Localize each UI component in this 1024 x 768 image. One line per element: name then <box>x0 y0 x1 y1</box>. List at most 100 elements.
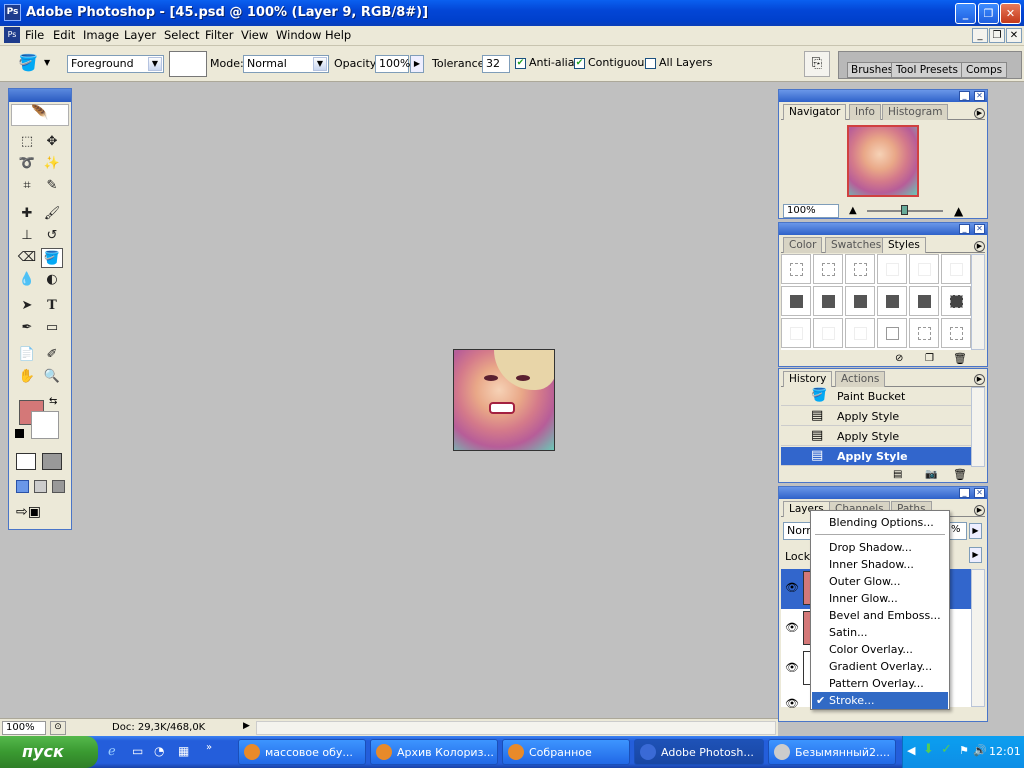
fill-source-select[interactable]: Foreground ▼ <box>67 55 164 73</box>
style-swatch[interactable] <box>877 286 907 316</box>
tab-info[interactable]: Info <box>849 104 881 120</box>
toolbox-header[interactable] <box>9 89 71 102</box>
document-canvas[interactable] <box>453 349 555 451</box>
doc-restore-button[interactable]: ❐ <box>989 28 1005 43</box>
magic-wand-tool-icon[interactable]: ✨ <box>41 154 63 174</box>
well-tab-brushes[interactable]: Brushes <box>847 62 898 78</box>
well-tab-tool-presets[interactable]: Tool Presets <box>891 62 963 78</box>
standard-screen-mode-icon[interactable] <box>16 480 29 493</box>
pen-tool-icon[interactable]: ✒ <box>16 318 38 338</box>
history-brush-tool-icon[interactable]: ↺ <box>41 226 63 246</box>
palette-menu-icon[interactable]: ▶ <box>974 505 985 516</box>
dodge-tool-icon[interactable]: ◐ <box>41 270 63 290</box>
more-icon[interactable]: » <box>206 742 212 753</box>
clear-style-icon[interactable]: ⊘ <box>895 353 903 364</box>
history-item-current[interactable]: ▤ Apply Style <box>781 447 973 466</box>
style-swatch[interactable] <box>813 286 843 316</box>
palette-menu-icon[interactable]: ▶ <box>974 374 985 385</box>
status-menu-arrow[interactable]: ▶ <box>243 721 250 731</box>
full-screen-menu-mode-icon[interactable] <box>34 480 47 493</box>
trash-icon[interactable]: 🗑 <box>953 352 967 365</box>
menu-help[interactable]: Help <box>325 28 351 42</box>
tolerance-input[interactable]: 32 <box>482 55 510 73</box>
history-item[interactable]: ▤ Apply Style <box>781 407 973 426</box>
eye-icon[interactable]: 👁 <box>785 661 799 674</box>
palette-header[interactable] <box>779 487 987 499</box>
brush-tool-icon[interactable]: 🖌 <box>41 204 63 224</box>
swap-colors-icon[interactable]: ⇆ <box>49 396 57 407</box>
default-colors-icon[interactable] <box>15 429 24 438</box>
menu-edit[interactable]: Edit <box>53 28 75 42</box>
new-style-icon[interactable]: ❐ <box>925 353 934 364</box>
full-screen-mode-icon[interactable] <box>52 480 65 493</box>
taskbar-item-active[interactable]: Adobe Photosh... <box>634 739 764 765</box>
doc-minimize-button[interactable]: _ <box>972 28 988 43</box>
standard-mode-icon[interactable] <box>16 453 36 470</box>
ie-icon[interactable]: ℯ <box>108 744 116 759</box>
snapshot-camera-icon[interactable]: 📷 <box>925 469 937 480</box>
healing-brush-tool-icon[interactable]: ✚ <box>16 204 38 224</box>
minimize-button[interactable]: _ <box>955 3 976 24</box>
start-button[interactable]: пуск <box>0 736 98 768</box>
palette-minimize-button[interactable]: _ <box>959 224 970 234</box>
quick-mask-mode-icon[interactable] <box>42 453 62 470</box>
feather-logo-icon[interactable]: 🪶 <box>11 104 69 126</box>
path-selection-tool-icon[interactable]: ➤ <box>16 296 38 316</box>
tray-arrow-icon[interactable]: ◀ <box>907 744 915 757</box>
menu-item-pattern-overlay[interactable]: Pattern Overlay... <box>812 675 948 692</box>
paint-bucket-tool-preset-icon[interactable]: 🪣 <box>18 53 38 72</box>
menu-window[interactable]: Window <box>276 28 321 42</box>
menu-file[interactable]: File <box>25 28 44 42</box>
fill-arrow[interactable]: ▶ <box>969 547 982 563</box>
palette-header[interactable] <box>779 223 987 235</box>
history-item[interactable]: ▤ Apply Style <box>781 427 973 446</box>
palette-minimize-button[interactable]: _ <box>959 488 970 498</box>
menu-item-inner-glow[interactable]: Inner Glow... <box>812 590 948 607</box>
style-swatch[interactable] <box>941 286 971 316</box>
tab-history[interactable]: History <box>783 371 833 387</box>
menu-item-outer-glow[interactable]: Outer Glow... <box>812 573 948 590</box>
status-icon[interactable]: ⊙ <box>50 721 66 735</box>
tab-color[interactable]: Color <box>783 237 823 253</box>
style-swatch[interactable] <box>845 318 875 348</box>
blur-tool-icon[interactable]: 💧 <box>16 270 38 290</box>
menu-layer[interactable]: Layer <box>124 28 156 42</box>
opacity-slider-arrow[interactable]: ▶ <box>410 55 424 73</box>
anti-alias-checkbox[interactable]: ✔ <box>515 58 526 69</box>
style-swatch[interactable] <box>941 254 971 284</box>
taskbar-item[interactable]: Безымянный2.... <box>768 739 896 765</box>
zoom-level-input[interactable]: 100% <box>2 721 46 735</box>
check-icon[interactable]: ✓ <box>941 742 952 757</box>
tab-navigator[interactable]: Navigator <box>783 104 847 120</box>
menu-select[interactable]: Select <box>164 28 199 42</box>
layer-opacity-input[interactable]: % <box>947 522 967 540</box>
crop-tool-icon[interactable]: ⌗ <box>16 176 38 196</box>
volume-icon[interactable]: 🔊 <box>973 744 987 757</box>
style-swatch[interactable] <box>877 318 907 348</box>
navigator-zoom-input[interactable]: 100% <box>783 204 839 218</box>
style-swatch[interactable] <box>781 286 811 316</box>
contiguous-checkbox[interactable]: ✔ <box>574 58 585 69</box>
history-scrollbar[interactable] <box>971 387 985 467</box>
opacity-arrow[interactable]: ▶ <box>969 523 982 539</box>
chevron-down-icon[interactable]: ▼ <box>44 58 50 67</box>
menu-item-satin[interactable]: Satin... <box>812 624 948 641</box>
palette-options-icon[interactable]: ⎘ <box>804 51 830 77</box>
tab-histogram[interactable]: Histogram <box>882 104 949 120</box>
notes-tool-icon[interactable]: 📄 <box>16 345 38 365</box>
marquee-tool-icon[interactable]: ⬚ <box>16 132 38 152</box>
trash-icon[interactable]: 🗑 <box>953 468 967 481</box>
taskbar-item[interactable]: Собранное <box>502 739 630 765</box>
menu-item-blending-options[interactable]: Blending Options... <box>812 514 948 531</box>
style-swatch[interactable] <box>813 318 843 348</box>
pattern-picker[interactable] <box>169 51 207 77</box>
style-swatch[interactable] <box>781 254 811 284</box>
palette-close-button[interactable]: ✕ <box>974 224 985 234</box>
paint-bucket-tool-icon[interactable]: 🪣 <box>41 248 63 268</box>
palette-close-button[interactable]: ✕ <box>974 488 985 498</box>
menu-item-color-overlay[interactable]: Color Overlay... <box>812 641 948 658</box>
zoom-slider-thumb[interactable] <box>901 205 908 215</box>
menu-item-drop-shadow[interactable]: Drop Shadow... <box>812 539 948 556</box>
slice-tool-icon[interactable]: ✎ <box>41 176 63 196</box>
palette-menu-icon[interactable]: ▶ <box>974 241 985 252</box>
